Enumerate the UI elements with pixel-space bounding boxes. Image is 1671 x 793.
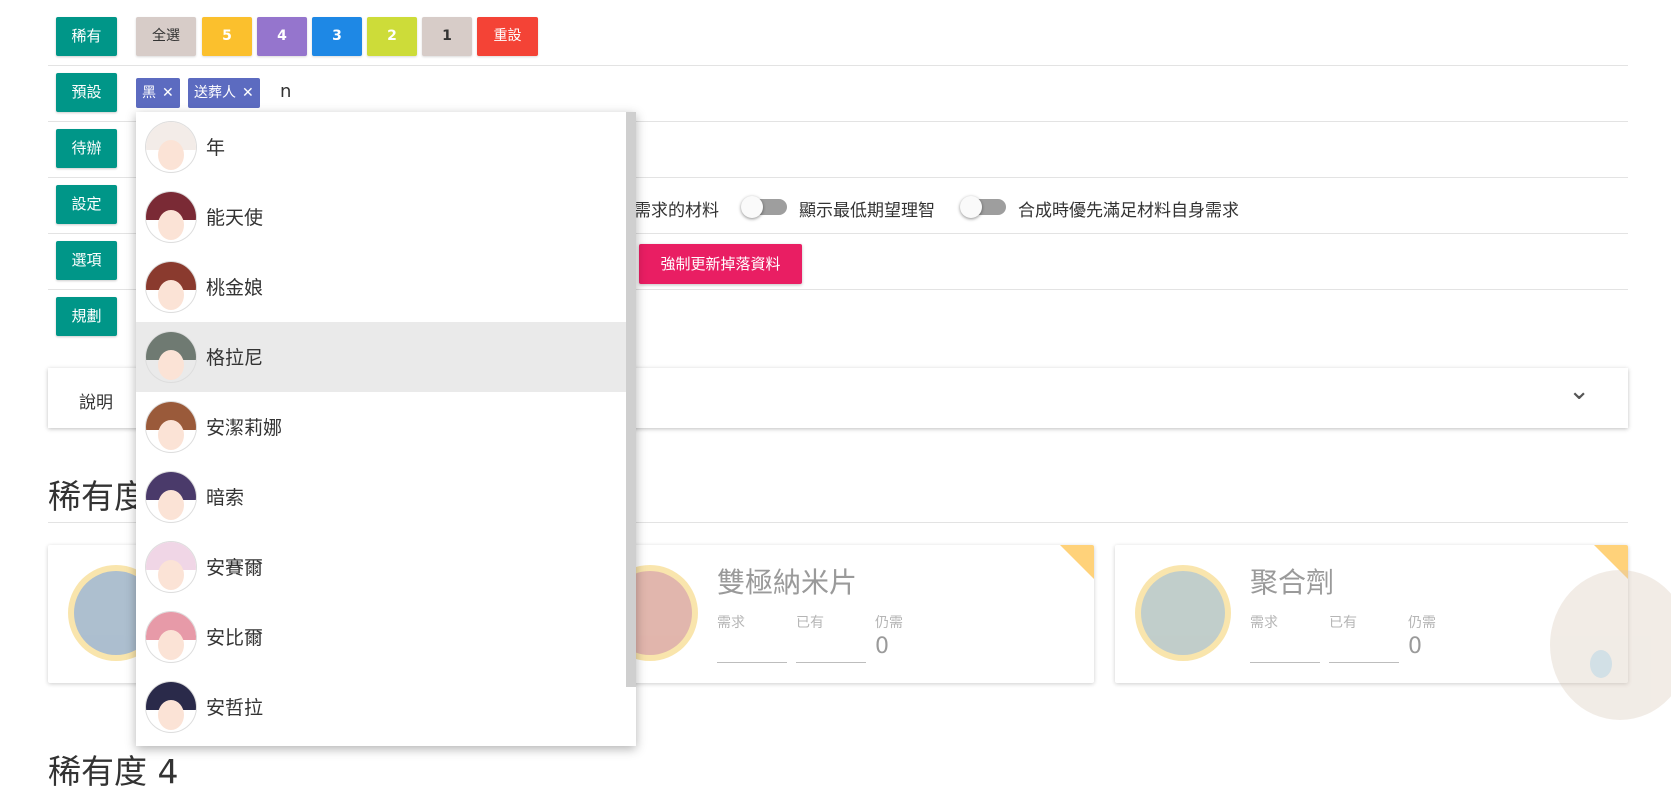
need-input[interactable] xyxy=(717,662,787,663)
avatar-face xyxy=(158,490,184,520)
remain-value: 0 xyxy=(1408,634,1422,659)
close-icon[interactable]: ✕ xyxy=(162,85,174,101)
dropdown-item-highlighted[interactable]: 格拉尼 xyxy=(136,322,626,392)
operator-name: 能天使 xyxy=(206,207,264,229)
operator-name: 安哲拉 xyxy=(206,697,264,719)
toggle-knob xyxy=(960,196,982,218)
avatar-face xyxy=(158,630,184,660)
avatar-face xyxy=(158,280,184,310)
dropdown-item[interactable]: 年 xyxy=(136,112,626,182)
operator-name: 安潔莉娜 xyxy=(206,417,283,439)
preset-chip[interactable]: 黑 ✕ xyxy=(136,78,180,108)
material-name: 聚合劑 xyxy=(1250,566,1335,599)
avatar-face xyxy=(158,700,184,730)
avatar-face xyxy=(158,140,184,170)
operator-name: 安賽爾 xyxy=(206,557,264,579)
operator-avatar xyxy=(146,122,196,172)
mascot-illustration xyxy=(1530,530,1671,778)
craft-priority-toggle[interactable] xyxy=(960,196,1006,218)
remain-label: 仍需 xyxy=(1408,615,1436,631)
preset-label: 預設 xyxy=(56,73,117,112)
have-input[interactable] xyxy=(796,662,866,663)
reset-button[interactable]: 重設 xyxy=(477,17,538,56)
chevron-down-icon[interactable]: ⌄ xyxy=(1568,376,1590,406)
explanation-label: 說明 xyxy=(79,393,113,413)
operator-avatar xyxy=(146,542,196,592)
rarity-5-button[interactable]: 5 xyxy=(202,17,252,56)
preset-chip[interactable]: 送葬人 ✕ xyxy=(188,78,260,108)
material-name: 雙極納米片 xyxy=(717,566,858,599)
rarity-4-button[interactable]: 4 xyxy=(257,17,307,56)
setting-partial-label: 需求的材料 xyxy=(634,201,719,221)
remain-value: 0 xyxy=(875,634,889,659)
section-title: 稀有度 4 xyxy=(48,752,179,791)
operator-name: 安比爾 xyxy=(206,627,264,649)
need-label: 需求 xyxy=(717,615,745,631)
operator-avatar xyxy=(146,332,196,382)
options-label: 選項 xyxy=(56,241,117,280)
section-title: 稀有度 xyxy=(48,477,147,516)
operator-name: 桃金娘 xyxy=(206,277,264,299)
dropdown-item[interactable]: 安賽爾 xyxy=(136,532,626,602)
chip-text: 黑 xyxy=(142,85,156,101)
settings-label: 設定 xyxy=(56,185,117,224)
rarity-2-button[interactable]: 2 xyxy=(367,17,417,56)
mascot-head xyxy=(1550,570,1671,720)
material-icon xyxy=(1135,565,1231,661)
operator-avatar xyxy=(146,682,196,732)
operator-autocomplete-dropdown: 年 能天使 桃金娘 格拉尼 安潔莉娜 暗索 安賽爾 安比爾 安哲拉 xyxy=(136,112,636,746)
todo-label: 待辦 xyxy=(56,129,117,168)
need-input[interactable] xyxy=(1250,662,1320,663)
have-label: 已有 xyxy=(796,615,824,631)
operator-avatar xyxy=(146,192,196,242)
dropdown-item[interactable]: 安哲拉 xyxy=(136,672,626,742)
material-image xyxy=(1141,571,1225,655)
operator-name: 格拉尼 xyxy=(206,347,264,369)
dropdown-item[interactable]: 桃金娘 xyxy=(136,252,626,322)
dropdown-scrollbar[interactable] xyxy=(626,112,636,687)
chip-text: 送葬人 xyxy=(194,85,236,101)
dropdown-item[interactable]: 安比爾 xyxy=(136,602,626,672)
select-all-button[interactable]: 全選 xyxy=(136,17,196,56)
card-corner-marker xyxy=(1060,545,1094,579)
need-label: 需求 xyxy=(1250,615,1278,631)
plan-label: 規劃 xyxy=(56,297,117,336)
dropdown-item[interactable]: 暗索 xyxy=(136,462,626,532)
force-update-button[interactable]: 強制更新掉落資料 xyxy=(639,244,802,284)
operator-avatar xyxy=(146,262,196,312)
operator-avatar xyxy=(146,612,196,662)
avatar-face xyxy=(158,210,184,240)
material-card: 雙極納米片 需求 已有 仍需 0 xyxy=(582,545,1094,683)
dropdown-item[interactable]: 能天使 xyxy=(136,182,626,252)
mascot-eye xyxy=(1590,650,1612,678)
have-label: 已有 xyxy=(1329,615,1357,631)
have-input[interactable] xyxy=(1329,662,1399,663)
avatar-face xyxy=(158,350,184,380)
craft-priority-label: 合成時優先滿足材料自身需求 xyxy=(1018,201,1239,221)
avatar-face xyxy=(158,560,184,590)
preset-search-input[interactable]: n xyxy=(280,81,291,102)
rarity-1-button[interactable]: 1 xyxy=(422,17,472,56)
remain-label: 仍需 xyxy=(875,615,903,631)
min-sanity-label: 顯示最低期望理智 xyxy=(799,201,935,221)
rarity-label: 稀有 xyxy=(56,17,117,56)
dropdown-item[interactable]: 安潔莉娜 xyxy=(136,392,626,462)
close-icon[interactable]: ✕ xyxy=(242,85,254,101)
operator-name: 年 xyxy=(206,137,226,159)
toggle-knob xyxy=(741,196,763,218)
operator-avatar xyxy=(146,402,196,452)
min-sanity-toggle[interactable] xyxy=(741,196,787,218)
avatar-face xyxy=(158,420,184,450)
operator-name: 暗索 xyxy=(206,487,245,509)
rarity-3-button[interactable]: 3 xyxy=(312,17,362,56)
operator-avatar xyxy=(146,472,196,522)
